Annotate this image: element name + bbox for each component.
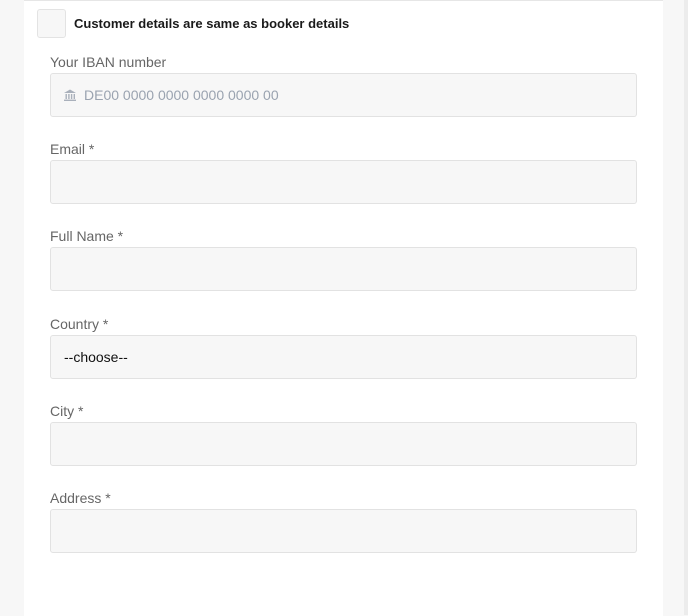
iban-field: Your IBAN number DE00 0000 0000 0000 000… [50, 53, 637, 117]
address-input[interactable] [50, 509, 637, 553]
address-label: Address * [50, 490, 111, 506]
same-as-booker-checkbox[interactable] [37, 9, 66, 38]
city-field: City * [50, 402, 637, 466]
iban-input[interactable]: DE00 0000 0000 0000 0000 00 [50, 73, 637, 117]
country-label: Country * [50, 316, 109, 332]
iban-placeholder: DE00 0000 0000 0000 0000 00 [84, 87, 279, 103]
email-label: Email * [50, 141, 95, 157]
country-field: Country * --choose-- [50, 315, 637, 379]
email-field: Email * [50, 140, 637, 204]
full-name-label: Full Name * [50, 228, 124, 244]
address-field: Address * [50, 489, 637, 553]
city-label: City * [50, 403, 84, 419]
iban-label: Your IBAN number [50, 54, 167, 70]
same-as-booker-row: Customer details are same as booker deta… [37, 9, 349, 38]
same-as-booker-label[interactable]: Customer details are same as booker deta… [74, 16, 349, 31]
full-name-input[interactable] [50, 247, 637, 291]
customer-details-form: Customer details are same as booker deta… [24, 0, 663, 616]
email-input[interactable] [50, 160, 637, 204]
bank-icon [63, 88, 77, 102]
page-edge [684, 0, 688, 615]
full-name-field: Full Name * [50, 227, 637, 291]
city-input[interactable] [50, 422, 637, 466]
country-select[interactable]: --choose-- [50, 335, 637, 379]
country-selected-value: --choose-- [64, 349, 128, 365]
